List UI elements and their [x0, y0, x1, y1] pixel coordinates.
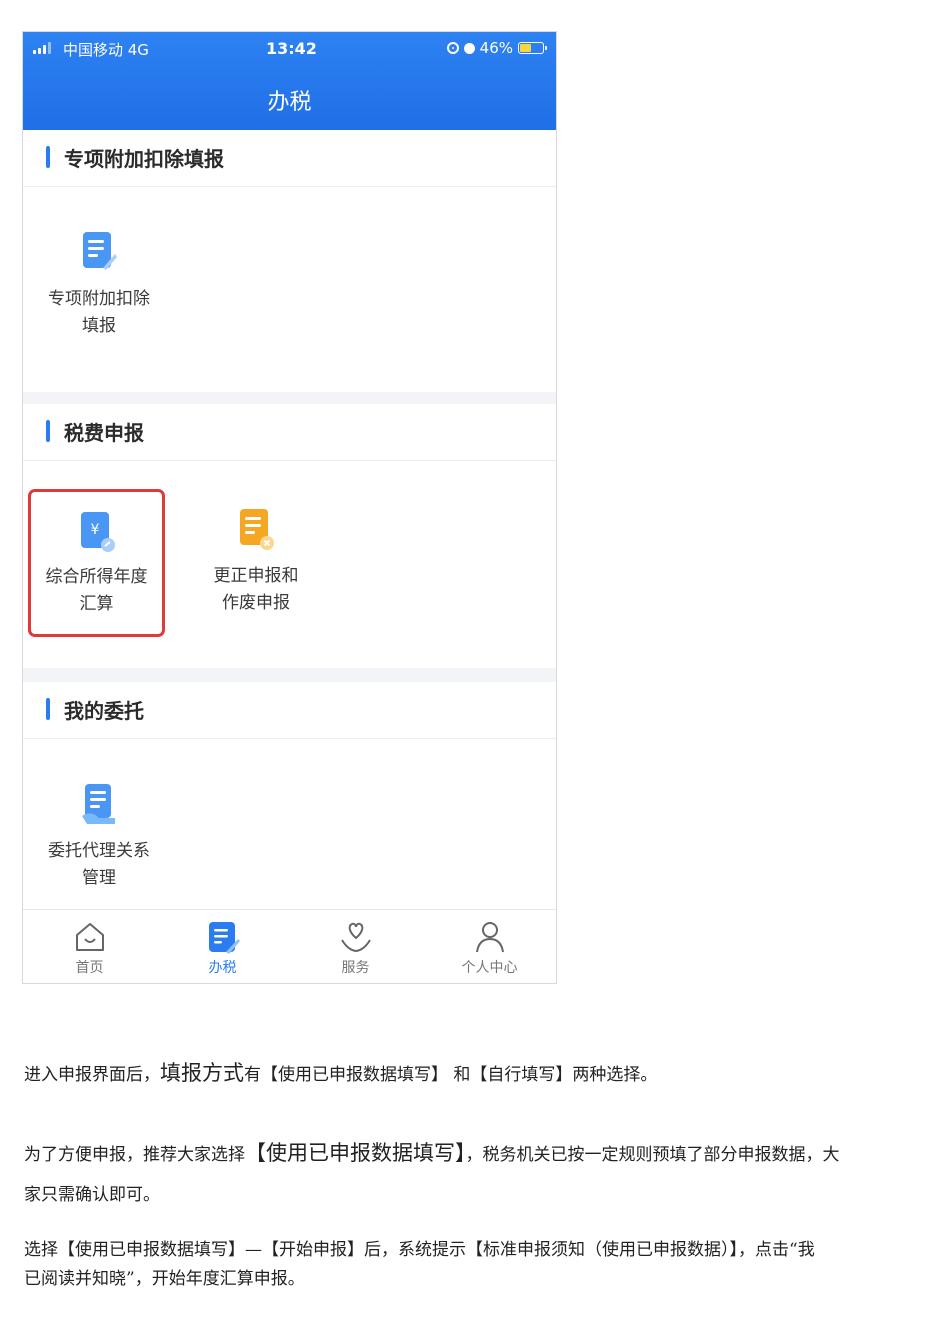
section-accent-bar [46, 146, 50, 168]
svg-text:¥: ¥ [90, 522, 99, 538]
tax-icon [208, 922, 240, 954]
edit-form-icon [83, 232, 117, 270]
section-special-deduction: 专项附加扣除填报 专项附加扣除 填报 [23, 130, 556, 392]
tab-service[interactable]: 服务 [289, 910, 422, 983]
tab-home[interactable]: 首页 [23, 910, 156, 983]
paragraph-instructions: 选择【使用已申报数据填写】—【开始申报】后，系统提示【标准申报须知（使用已申报数… [24, 1240, 815, 1289]
alarm-icon [463, 42, 475, 54]
status-time: 13:42 [266, 39, 317, 58]
status-bar: 中国移动 4G 13:42 46% [23, 32, 556, 64]
app-header: 中国移动 4G 13:42 46% 办税 [23, 32, 556, 130]
section-header: 专项附加扣除填报 [23, 130, 556, 187]
section-title: 专项附加扣除填报 [64, 147, 224, 171]
battery-fill [520, 44, 532, 52]
status-right: 46% [446, 39, 547, 57]
tile-special-deduction-filing[interactable]: 专项附加扣除 填报 [31, 200, 167, 340]
home-icon [75, 923, 104, 951]
correction-document-icon [240, 509, 274, 550]
tab-label: 服务 [341, 960, 370, 976]
paragraph-filing-methods: 进入申报界面后，填报方式有【使用已申报数据填写】 和【自行填写】两种选择。 [24, 1061, 658, 1085]
tile-annual-settlement[interactable]: ¥ 综合所得年度 汇算 [28, 489, 165, 637]
tile-label: 委托代理关系 管理 [48, 841, 150, 888]
carrier-label: 中国移动 4G [63, 41, 149, 59]
bottom-tab-bar: 首页 办税 服务 个人中心 [23, 909, 556, 983]
section-accent-bar [46, 420, 50, 442]
tile-label: 专项附加扣除 填报 [48, 289, 150, 336]
person-icon [475, 922, 504, 953]
tab-label: 首页 [75, 960, 104, 976]
tile-label: 综合所得年度 汇算 [45, 567, 148, 614]
heart-hand-icon [340, 922, 371, 953]
tab-label: 办税 [208, 960, 237, 976]
section-accent-bar [46, 698, 50, 720]
paragraph-recommendation: 为了方便申报，推荐大家选择【使用已申报数据填写】，税务机关已按一定规则预填了部分… [24, 1141, 840, 1205]
tile-label: 更正申报和 作废申报 [213, 566, 299, 613]
delegation-document-icon [82, 784, 115, 824]
phone-screenshot: 中国移动 4G 13:42 46% 办税 专项附加扣除填报 专项附加扣除 填报 … [22, 31, 557, 984]
yuan-document-icon: ¥ [80, 512, 115, 552]
tab-personal-center[interactable]: 个人中心 [423, 910, 556, 983]
page-title: 办税 [267, 90, 312, 115]
section-tax-filing: 税费申报 ¥ 综合所得年度 汇算 更正申报和 作废申报 [23, 404, 556, 668]
section-header: 我的委托 [23, 682, 556, 739]
tab-label: 个人中心 [461, 960, 518, 976]
section-header: 税费申报 [23, 404, 556, 461]
section-my-delegation: 我的委托 委托代理关系 管理 [23, 682, 556, 909]
tile-delegation-management[interactable]: 委托代理关系 管理 [31, 752, 167, 892]
battery-percent: 46% [479, 39, 513, 57]
rotation-lock-icon [446, 42, 459, 54]
section-title: 税费申报 [64, 421, 144, 445]
tab-tax[interactable]: 办税 [156, 910, 289, 983]
section-title: 我的委托 [64, 699, 144, 723]
battery-icon [518, 42, 547, 54]
tile-correct-void-filing[interactable]: 更正申报和 作废申报 [188, 492, 324, 632]
